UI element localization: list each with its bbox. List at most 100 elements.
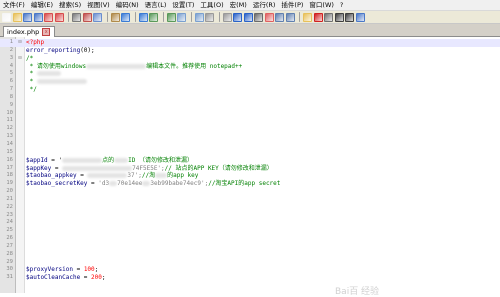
menu-item-10[interactable]: 插件(P) xyxy=(278,0,306,10)
tab-close-icon[interactable]: x xyxy=(42,28,51,36)
line-number: 18 xyxy=(6,172,13,179)
doc-map-icon[interactable] xyxy=(275,12,284,22)
code-line[interactable]: 6 * xyxy=(0,78,500,86)
close-icon[interactable] xyxy=(44,12,53,22)
toolbar-separator xyxy=(106,12,108,22)
tab-label: index.php xyxy=(7,28,40,36)
toolbar-separator xyxy=(68,12,69,22)
code-line[interactable]: 8 xyxy=(0,94,500,102)
print-icon[interactable] xyxy=(72,12,81,22)
show-all-chars-icon[interactable] xyxy=(243,12,253,22)
menu-item-8[interactable]: 宏(M) xyxy=(227,0,250,10)
record-macro-icon[interactable] xyxy=(313,12,323,22)
line-number: 16 xyxy=(6,156,13,163)
zoom-out-icon[interactable] xyxy=(194,12,204,22)
menu-item-7[interactable]: 工具(O) xyxy=(197,0,226,10)
redacted-text xyxy=(62,157,103,163)
save-all-icon[interactable] xyxy=(33,12,43,22)
code-line[interactable]: 25 xyxy=(0,227,500,235)
line-number: 9 xyxy=(9,101,13,108)
stop-macro-icon[interactable] xyxy=(324,12,333,22)
tab-index-php[interactable]: index.php x xyxy=(3,26,56,37)
tab-bar: index.php x xyxy=(0,24,500,37)
code-line[interactable]: 15 xyxy=(0,149,500,157)
sync-h-icon[interactable] xyxy=(222,12,232,22)
menu-item-0[interactable]: 文件(F) xyxy=(0,0,28,10)
copy-icon[interactable] xyxy=(93,12,102,22)
code-line[interactable]: 1 ⊟ <?php xyxy=(0,39,500,47)
save-macro-icon[interactable] xyxy=(355,12,365,22)
code-line[interactable]: 10 xyxy=(0,110,500,118)
line-number: 11 xyxy=(6,117,13,124)
new-file-icon[interactable] xyxy=(2,12,11,22)
code-text: */ xyxy=(26,86,37,94)
menu-item-2[interactable]: 搜索(S) xyxy=(56,0,84,10)
line-number: 20 xyxy=(6,188,13,195)
code-line[interactable]: 24 xyxy=(0,219,500,227)
code-line[interactable]: 7 */ xyxy=(0,86,500,94)
sync-v-icon[interactable] xyxy=(205,12,214,22)
save-icon[interactable] xyxy=(23,12,32,22)
line-number: 24 xyxy=(6,219,13,226)
zoom-in-icon[interactable] xyxy=(177,12,186,22)
fold-toggle-icon[interactable]: ⊟ xyxy=(17,39,23,47)
menu-item-4[interactable]: 编码(N) xyxy=(113,0,142,10)
code-line[interactable]: 13 xyxy=(0,133,500,141)
code-line[interactable]: 29 xyxy=(0,259,500,267)
line-number: 17 xyxy=(6,164,13,171)
code-line[interactable]: 27 xyxy=(0,243,500,251)
code-line[interactable]: 23 xyxy=(0,212,500,220)
code-line[interactable]: 30 $proxyVersion = 100; xyxy=(0,266,500,274)
folder-icon[interactable] xyxy=(303,12,312,22)
menu-item-12[interactable]: ? xyxy=(337,0,346,10)
code-line[interactable]: 9 xyxy=(0,102,500,110)
code-line[interactable]: 21 xyxy=(0,196,500,204)
redo-icon[interactable] xyxy=(138,12,148,22)
line-number: 26 xyxy=(6,235,13,242)
code-text: $proxyVersion = 100; xyxy=(26,266,99,274)
code-line[interactable]: 20 xyxy=(0,188,500,196)
code-line[interactable]: 31 $autoCleanCache = 200; xyxy=(0,274,500,282)
menu-item-3[interactable]: 视图(V) xyxy=(84,0,113,10)
lang-icon[interactable] xyxy=(264,12,274,22)
replace-icon[interactable] xyxy=(166,12,176,22)
play-macro-icon[interactable] xyxy=(334,12,344,22)
close-all-icon[interactable] xyxy=(54,12,64,22)
redacted-text xyxy=(114,157,129,163)
code-line[interactable]: 3 ⊟/* xyxy=(0,55,500,63)
open-file-icon[interactable] xyxy=(12,12,22,22)
toolbar-separator xyxy=(190,12,192,22)
find-icon[interactable] xyxy=(149,12,158,22)
code-line[interactable]: 4 * 请勿使用windows 编辑本文件。推荐使用 notepad++ xyxy=(0,63,500,71)
code-line[interactable]: 19 $taobao_secretKey = 'd3 70e14ee 3eb99bab… xyxy=(0,180,500,188)
code-line[interactable]: 28 xyxy=(0,251,500,259)
menu-bar: 文件(F) 编辑(E) 搜索(S) 视图(V) 编码(N) 语言(L) 设置(T) 工具(O)… xyxy=(0,0,500,11)
indent-guide-icon[interactable] xyxy=(254,12,263,22)
menu-item-5[interactable]: 语言(L) xyxy=(142,0,170,10)
fold-toggle-icon[interactable]: ⊟ xyxy=(17,55,23,63)
menu-item-6[interactable]: 设置(T) xyxy=(169,0,197,10)
code-line[interactable]: 26 xyxy=(0,235,500,243)
code-line[interactable]: 14 xyxy=(0,141,500,149)
menu-item-11[interactable]: 窗口(W) xyxy=(306,0,337,10)
menu-item-1[interactable]: 编辑(E) xyxy=(28,0,56,10)
line-number: 31 xyxy=(6,274,13,281)
code-line[interactable]: 18 $taobao_appkey = 37';//淘 的app key xyxy=(0,172,500,180)
cut-icon[interactable] xyxy=(82,12,92,22)
code-line[interactable]: 2 error_reporting(0); xyxy=(0,47,500,55)
code-editor[interactable]: 1 ⊟ <?php 2 error_reporting(0); 3 ⊟/* 4 * 请勿使用w… xyxy=(0,37,500,297)
line-number: 28 xyxy=(6,250,13,257)
code-line[interactable]: 11 xyxy=(0,117,500,125)
code-line[interactable]: 22 xyxy=(0,204,500,212)
code-line[interactable]: 5 * xyxy=(0,70,500,78)
code-lines[interactable]: 1 ⊟ <?php 2 error_reporting(0); 3 ⊟/* 4 * 请勿使用w… xyxy=(0,39,500,282)
word-wrap-icon[interactable] xyxy=(233,12,242,22)
code-line[interactable]: 16 $appId = ' 点的 ID （请勿修改和泄漏） xyxy=(0,157,500,165)
run-multiple-icon[interactable] xyxy=(345,12,354,22)
func-list-icon[interactable] xyxy=(285,12,295,22)
line-number: 8 xyxy=(9,93,13,100)
menu-item-9[interactable]: 运行(R) xyxy=(250,0,279,10)
paste-icon[interactable] xyxy=(110,12,120,22)
code-line[interactable]: 12 xyxy=(0,125,500,133)
undo-icon[interactable] xyxy=(121,12,130,22)
